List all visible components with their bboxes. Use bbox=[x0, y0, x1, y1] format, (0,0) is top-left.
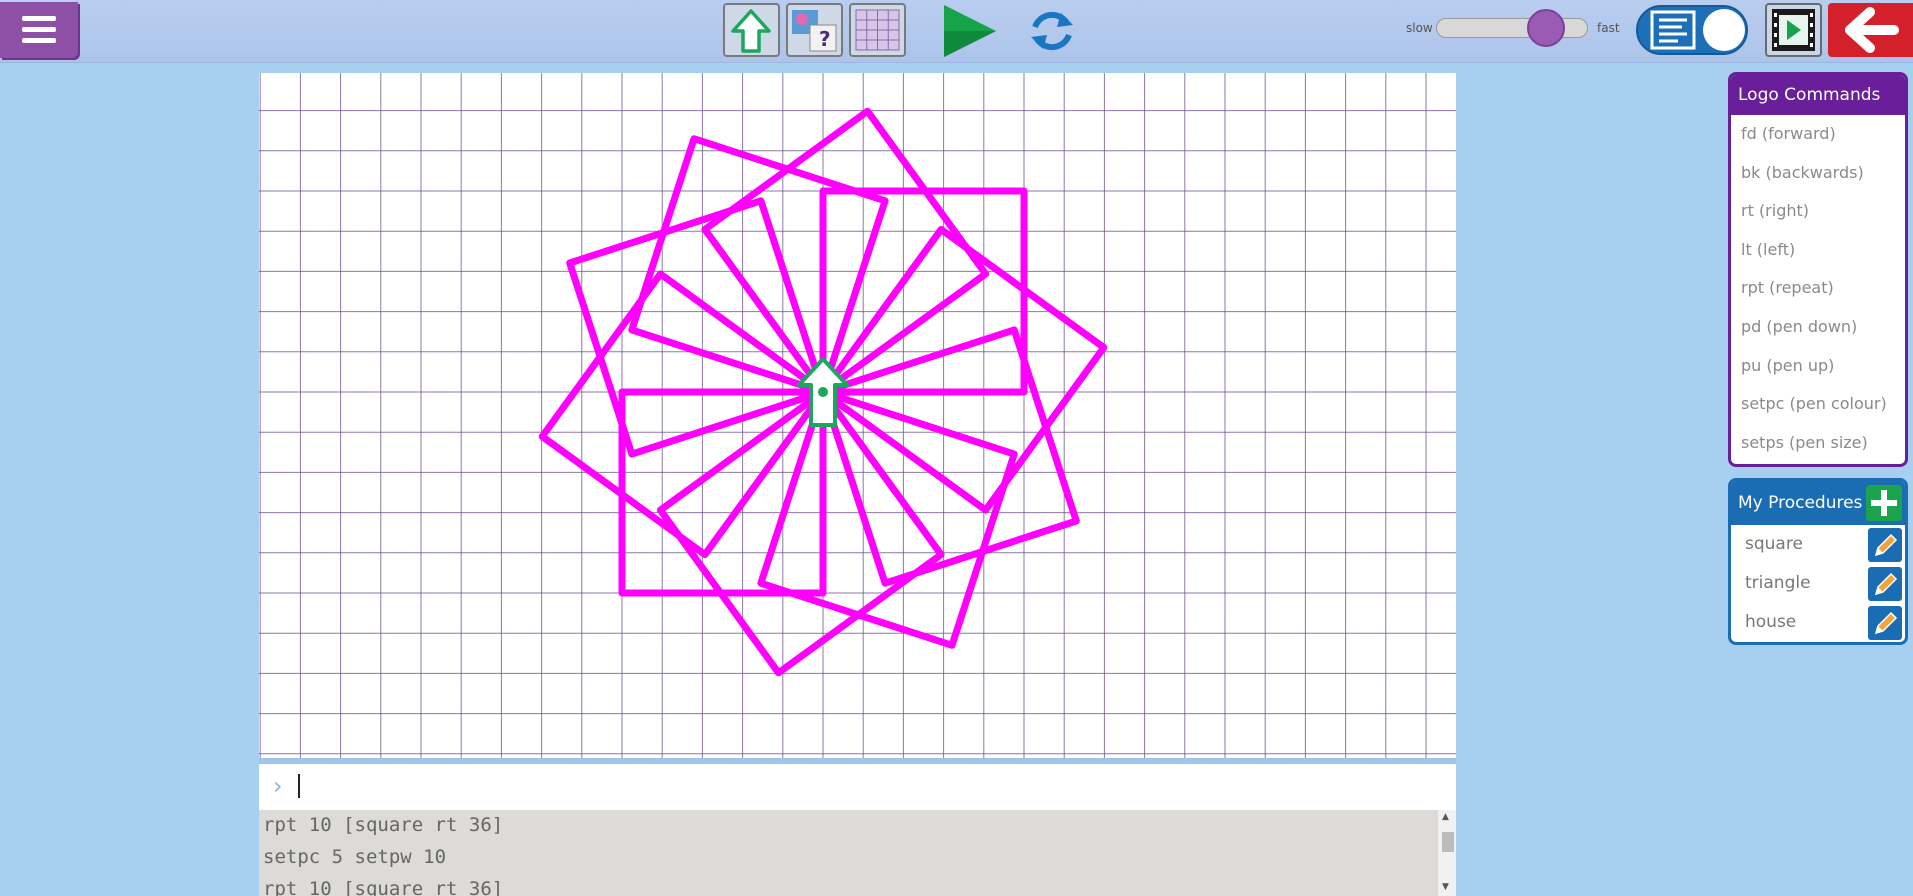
grid-icon bbox=[855, 9, 900, 51]
pencil-icon bbox=[1874, 533, 1898, 557]
top-toolbar: ? slow fast bbox=[0, 0, 1913, 63]
history-line[interactable]: setpc 5 setpw 10 bbox=[263, 846, 446, 868]
scroll-up-icon[interactable]: ▲ bbox=[1442, 812, 1449, 822]
hamburger-icon bbox=[22, 16, 56, 21]
scrollbar-thumb[interactable] bbox=[1442, 832, 1454, 852]
background-image-icon: ? bbox=[792, 10, 837, 52]
speed-fast-label: fast bbox=[1597, 21, 1620, 35]
run-button[interactable] bbox=[940, 3, 998, 59]
procedure-label[interactable]: square bbox=[1745, 534, 1803, 554]
prompt-chevron-icon: › bbox=[273, 772, 283, 800]
command-bk[interactable]: bk (backwards) bbox=[1731, 154, 1905, 193]
procedure-item-house[interactable]: house bbox=[1731, 603, 1905, 642]
text-view-toggle-icon bbox=[1650, 9, 1745, 51]
command-pu[interactable]: pu (pen up) bbox=[1731, 347, 1905, 386]
command-setpc[interactable]: setpc (pen colour) bbox=[1731, 385, 1905, 424]
history-line[interactable]: rpt 10 [square rt 36] bbox=[263, 814, 503, 836]
edit-procedure-button[interactable] bbox=[1868, 528, 1902, 562]
view-toggle[interactable] bbox=[1636, 5, 1748, 55]
command-setps[interactable]: setps (pen size) bbox=[1731, 424, 1905, 463]
turtle-button[interactable] bbox=[723, 3, 780, 57]
procedure-item-square[interactable]: square bbox=[1731, 525, 1905, 564]
procedures-header: My Procedures bbox=[1731, 481, 1905, 525]
refresh-icon bbox=[1031, 11, 1073, 51]
command-history[interactable]: rpt 10 [square rt 36] setpc 5 setpw 10 r… bbox=[259, 810, 1456, 896]
turtle-arrow-icon bbox=[731, 9, 771, 53]
svg-text:?: ? bbox=[819, 27, 831, 51]
logo-commands-title: Logo Commands bbox=[1731, 75, 1905, 115]
add-procedure-button[interactable] bbox=[1866, 485, 1902, 521]
menu-button[interactable] bbox=[0, 2, 78, 58]
command-lt[interactable]: lt (left) bbox=[1731, 231, 1905, 270]
edit-procedure-button[interactable] bbox=[1868, 567, 1902, 601]
procedure-label[interactable]: house bbox=[1745, 612, 1796, 632]
back-arrow-icon bbox=[1845, 7, 1899, 53]
text-caret bbox=[298, 774, 300, 798]
pencil-icon bbox=[1874, 572, 1898, 596]
pencil-icon bbox=[1874, 611, 1898, 635]
hamburger-icon-line bbox=[22, 27, 56, 32]
hamburger-icon-line bbox=[22, 38, 56, 43]
background-button[interactable]: ? bbox=[786, 3, 843, 57]
edit-procedure-button[interactable] bbox=[1868, 606, 1902, 640]
command-pd[interactable]: pd (pen down) bbox=[1731, 308, 1905, 347]
plus-icon bbox=[1871, 490, 1897, 516]
exit-button[interactable] bbox=[1828, 3, 1913, 57]
turtle-drawing bbox=[259, 73, 1456, 758]
procedures-panel: My Procedures square triangle house bbox=[1728, 478, 1908, 645]
procedure-item-triangle[interactable]: triangle bbox=[1731, 564, 1905, 603]
drawing-canvas[interactable] bbox=[259, 73, 1456, 758]
history-line[interactable]: rpt 10 [square rt 36] bbox=[263, 878, 503, 896]
command-fd[interactable]: fd (forward) bbox=[1731, 115, 1905, 154]
logo-commands-panel: Logo Commands fd (forward) bk (backwards… bbox=[1728, 72, 1908, 467]
speed-slider-thumb[interactable] bbox=[1527, 9, 1565, 47]
history-scrollbar[interactable]: ▲ ▼ bbox=[1438, 810, 1456, 896]
play-icon bbox=[944, 5, 996, 57]
speed-slow-label: slow bbox=[1406, 21, 1433, 35]
grid-button[interactable] bbox=[849, 3, 906, 57]
reset-button[interactable] bbox=[1025, 5, 1079, 57]
command-rpt[interactable]: rpt (repeat) bbox=[1731, 269, 1905, 308]
command-rt[interactable]: rt (right) bbox=[1731, 192, 1905, 231]
scroll-down-icon[interactable]: ▼ bbox=[1442, 882, 1449, 892]
command-line[interactable]: › bbox=[259, 764, 1456, 810]
speed-slider[interactable] bbox=[1436, 18, 1588, 38]
procedures-title: My Procedures bbox=[1738, 493, 1863, 513]
film-icon bbox=[1772, 9, 1815, 51]
animation-button[interactable] bbox=[1765, 3, 1822, 57]
procedure-label[interactable]: triangle bbox=[1745, 573, 1811, 593]
